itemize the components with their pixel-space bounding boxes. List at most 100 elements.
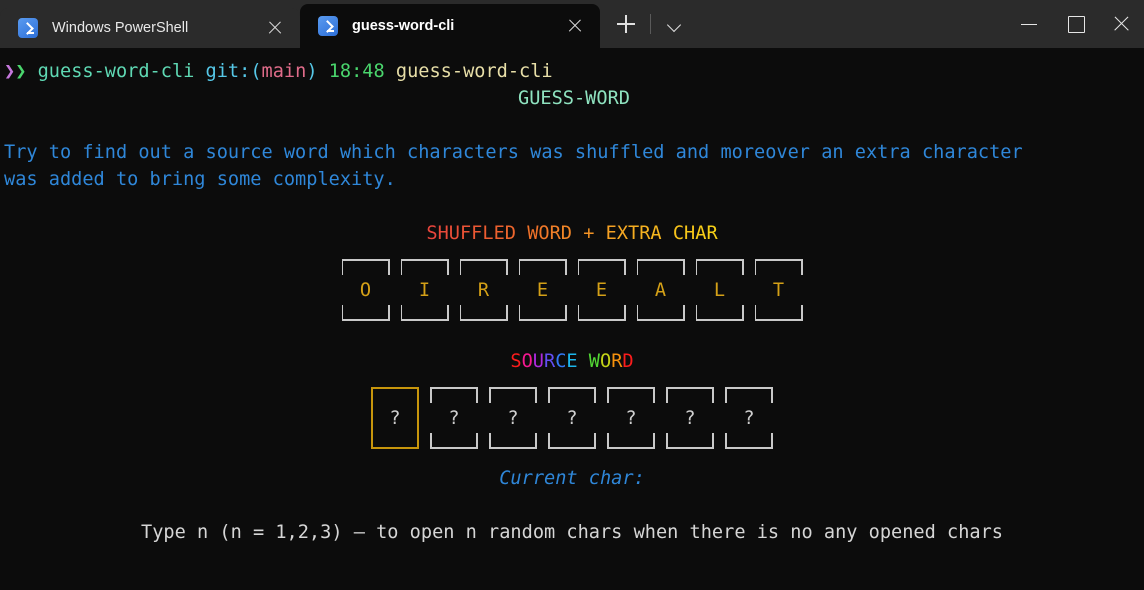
cell-border [371, 387, 373, 449]
gradient-char: O [600, 351, 612, 372]
gradient-char: S [426, 223, 438, 244]
gradient-char: X [616, 223, 629, 244]
placeholder-glyph: ? [625, 407, 637, 429]
source-slot-cell[interactable]: ? [489, 387, 537, 449]
gradient-char [572, 223, 583, 244]
cell-border [741, 259, 744, 321]
shuffled-letter-cell[interactable]: E [518, 259, 567, 321]
cell-border [535, 387, 537, 449]
source-slots-row: ??????? [0, 387, 1144, 449]
source-slot-cell[interactable]: ? [548, 387, 596, 449]
cell-border [725, 387, 727, 449]
letter-glyph: E [536, 279, 549, 301]
gradient-char: R [549, 223, 561, 244]
gradient-char: A [695, 223, 707, 244]
shuffled-letter-cell[interactable]: L [695, 259, 744, 321]
gradient-char: R [611, 351, 623, 372]
tab-close-icon[interactable] [560, 11, 590, 41]
prompt-command: guess-word-cli [395, 61, 553, 82]
gradient-char: F [471, 223, 483, 244]
cell-border [446, 259, 449, 321]
cell-border [695, 259, 698, 321]
prompt-chevron-icon: ❯ [15, 61, 27, 82]
prompt-chevron-icon: ❯ [4, 61, 16, 82]
gradient-char [578, 351, 589, 372]
letter-glyph: O [359, 279, 372, 301]
letter-glyph: L [713, 279, 726, 301]
gradient-char [594, 223, 605, 244]
shuffled-letter-cell[interactable]: E [577, 259, 626, 321]
gradient-char: O [538, 223, 550, 244]
gradient-char: D [560, 223, 572, 244]
source-slot-cell[interactable]: ? [725, 387, 773, 449]
cell-border [594, 387, 596, 449]
gradient-char: R [639, 223, 651, 244]
source-heading-text: SOURCE WORD [510, 351, 633, 372]
letter-glyph: A [654, 279, 667, 301]
terminal-body[interactable]: ❯❯ guess-word-cli git:(main) 18:48 guess… [0, 48, 1144, 590]
source-slot-cell[interactable]: ? [666, 387, 714, 449]
shuffled-letter-cell[interactable]: A [636, 259, 685, 321]
source-slot-cell[interactable]: ? [371, 387, 419, 449]
letter-glyph: T [772, 279, 785, 301]
close-window-button[interactable] [1098, 0, 1144, 48]
tab-strip: Windows PowerShell guess-word-cli [0, 0, 600, 48]
placeholder-glyph: ? [566, 407, 578, 429]
cell-border [476, 387, 478, 449]
cell-border [564, 259, 567, 321]
placeholder-glyph: ? [684, 407, 696, 429]
prompt-git-close: ) [306, 61, 318, 82]
current-char-line: Current char: [0, 465, 1144, 492]
title-bar: Windows PowerShell guess-word-cli [0, 0, 1144, 48]
cell-border [489, 387, 491, 449]
divider [650, 14, 651, 34]
tab-close-icon[interactable] [260, 13, 290, 43]
gradient-char: E [493, 223, 505, 244]
tab-title: guess-word-cli [352, 18, 455, 34]
hint-text: Type n (n = 1,2,3) — to open n random ch… [141, 522, 1003, 543]
gradient-char: C [672, 223, 685, 244]
gradient-char: H [684, 223, 696, 244]
tab-dropdown-button[interactable] [657, 7, 693, 41]
prompt-directory: guess-word-cli [37, 61, 195, 82]
new-tab-button[interactable] [608, 7, 644, 41]
cell-border [771, 387, 773, 449]
gradient-char: A [650, 223, 662, 244]
cell-border [666, 387, 668, 449]
shuffled-letter-cell[interactable]: O [341, 259, 390, 321]
gradient-char: W [527, 223, 539, 244]
maximize-button[interactable] [1052, 0, 1098, 48]
gradient-char [516, 223, 527, 244]
placeholder-glyph: ? [389, 407, 401, 429]
source-word-heading: SOURCE WORD [0, 348, 1144, 375]
letter-glyph: E [595, 279, 608, 301]
shuffled-letter-cell[interactable]: R [459, 259, 508, 321]
gradient-char: U [448, 223, 460, 244]
tab-windows-powershell[interactable]: Windows PowerShell [0, 8, 300, 48]
source-slot-cell[interactable]: ? [430, 387, 478, 449]
cell-border [712, 387, 714, 449]
shuffled-letter-cell[interactable]: I [400, 259, 449, 321]
tab-guess-word-cli[interactable]: guess-word-cli [300, 4, 600, 48]
gradient-char: R [543, 351, 556, 372]
cell-border [505, 259, 508, 321]
placeholder-glyph: ? [743, 407, 755, 429]
prompt-time: 18:48 [328, 61, 385, 82]
cell-border [518, 259, 521, 321]
minimize-button[interactable] [1006, 0, 1052, 48]
cell-border [430, 387, 432, 449]
shuffled-letter-cell[interactable]: T [754, 259, 803, 321]
cell-border [387, 259, 390, 321]
cell-border [417, 387, 419, 449]
gradient-char: O [521, 351, 533, 372]
tab-title: Windows PowerShell [52, 20, 189, 36]
app-title: GUESS-WORD [518, 88, 630, 109]
window-controls [1006, 0, 1144, 48]
gradient-char: C [555, 351, 567, 372]
cell-border [623, 259, 626, 321]
cell-border [400, 259, 403, 321]
source-slot-cell[interactable]: ? [607, 387, 655, 449]
powershell-icon [18, 18, 38, 38]
prompt-line: ❯❯ guess-word-cli git:(main) 18:48 guess… [0, 58, 1144, 85]
